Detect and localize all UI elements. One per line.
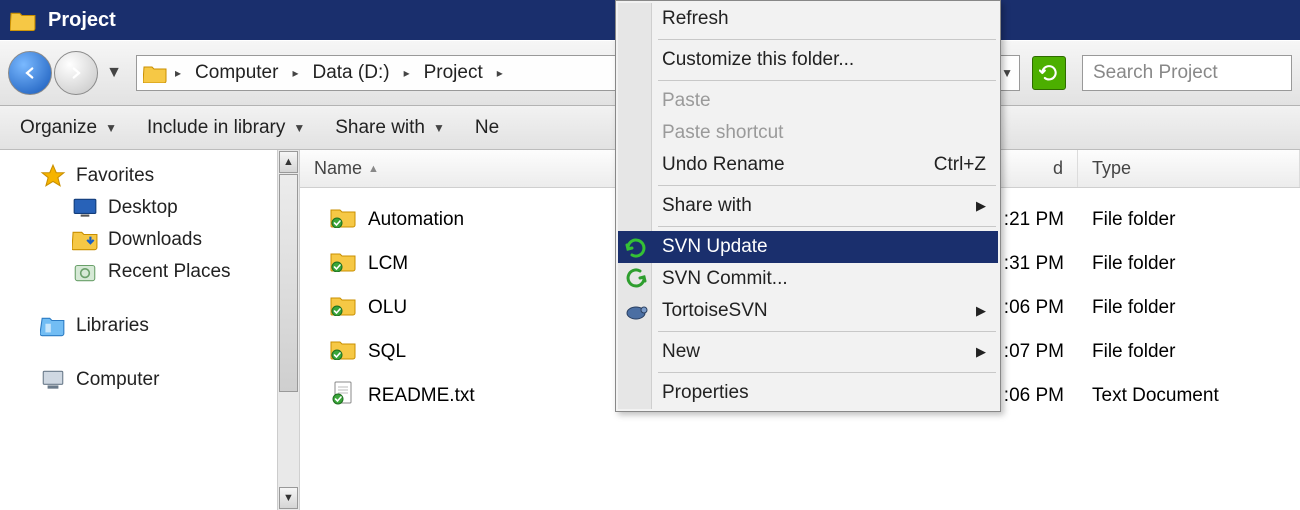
sort-asc-icon: ▲: [368, 163, 379, 175]
menu-item-undo-rename[interactable]: Undo Rename Ctrl+Z: [618, 149, 998, 181]
file-name: OLU: [368, 297, 407, 319]
chevron-right-icon[interactable]: ▸: [404, 66, 410, 80]
menu-item-customize-folder[interactable]: Customize this folder...: [618, 44, 998, 76]
folder-svn-icon: [330, 294, 356, 322]
sidebar-item-libraries[interactable]: Libraries: [0, 310, 299, 342]
search-input[interactable]: Search Project: [1082, 55, 1292, 91]
file-name: README.txt: [368, 385, 475, 407]
sidebar-item-recent-places[interactable]: Recent Places: [0, 256, 299, 288]
svn-commit-icon: [624, 267, 648, 291]
downloads-icon: [72, 229, 98, 251]
submenu-arrow-icon: ▶: [976, 344, 986, 360]
history-dropdown[interactable]: ▼: [104, 51, 124, 95]
folder-icon: [143, 63, 167, 83]
search-placeholder: Search Project: [1093, 62, 1218, 84]
star-icon: [40, 165, 66, 187]
back-button[interactable]: [8, 51, 52, 95]
breadcrumb-segment[interactable]: Computer: [189, 60, 284, 86]
tortoise-icon: [624, 299, 648, 323]
menu-item-svn-update[interactable]: SVN Update: [618, 231, 998, 263]
file-name: SQL: [368, 341, 406, 363]
chevron-down-icon[interactable]: ▼: [1001, 66, 1013, 80]
file-name: Automation: [368, 209, 464, 231]
libraries-icon: [40, 315, 66, 337]
folder-svn-icon: [330, 338, 356, 366]
menu-item-refresh[interactable]: Refresh: [618, 3, 998, 35]
shortcut-label: Ctrl+Z: [934, 154, 986, 176]
context-menu: Refresh Customize this folder... Paste P…: [615, 0, 1001, 412]
sidebar-item-downloads[interactable]: Downloads: [0, 224, 299, 256]
file-svn-icon: [330, 381, 356, 411]
breadcrumb-segment[interactable]: Project: [418, 60, 489, 86]
file-type: File folder: [1078, 209, 1300, 231]
forward-button[interactable]: [54, 51, 98, 95]
file-name: LCM: [368, 253, 408, 275]
desktop-icon: [72, 197, 98, 219]
submenu-arrow-icon: ▶: [976, 303, 986, 319]
folder-svn-icon: [330, 206, 356, 234]
recent-icon: [72, 261, 98, 283]
share-with-button[interactable]: Share with▼: [329, 114, 451, 142]
folder-svn-icon: [330, 250, 356, 278]
file-type: File folder: [1078, 297, 1300, 319]
refresh-button[interactable]: [1032, 56, 1066, 90]
menu-item-tortoisesvn[interactable]: TortoiseSVN ▶: [618, 295, 998, 327]
menu-item-new[interactable]: New ▶: [618, 336, 998, 368]
computer-icon: [40, 369, 66, 391]
chevron-right-icon[interactable]: ▸: [292, 66, 298, 80]
include-in-library-button[interactable]: Include in library▼: [141, 114, 311, 142]
folder-icon: [10, 9, 36, 31]
column-header-type[interactable]: Type: [1078, 150, 1300, 187]
file-type: File folder: [1078, 253, 1300, 275]
scroll-thumb[interactable]: [279, 174, 298, 392]
chevron-right-icon[interactable]: ▸: [497, 66, 503, 80]
sidebar-scrollbar[interactable]: ▲ ▼: [277, 150, 299, 510]
sidebar-item-favorites[interactable]: Favorites: [0, 160, 299, 192]
menu-item-paste-shortcut: Paste shortcut: [618, 117, 998, 149]
file-type: Text Document: [1078, 385, 1300, 407]
menu-item-share-with[interactable]: Share with ▶: [618, 190, 998, 222]
organize-button[interactable]: Organize▼: [14, 114, 123, 142]
new-folder-button[interactable]: Ne: [469, 114, 509, 142]
scroll-up-arrow[interactable]: ▲: [279, 151, 298, 173]
window-title: Project: [48, 9, 116, 32]
menu-item-svn-commit[interactable]: SVN Commit...: [618, 263, 998, 295]
sidebar-item-desktop[interactable]: Desktop: [0, 192, 299, 224]
svn-update-icon: [624, 235, 648, 259]
menu-item-paste: Paste: [618, 85, 998, 117]
breadcrumb-segment[interactable]: Data (D:): [306, 60, 395, 86]
chevron-right-icon[interactable]: ▸: [175, 66, 181, 80]
menu-item-properties[interactable]: Properties: [618, 377, 998, 409]
scroll-down-arrow[interactable]: ▼: [279, 487, 298, 509]
navigation-pane: Favorites Desktop Downloads Recent Place…: [0, 150, 300, 510]
submenu-arrow-icon: ▶: [976, 198, 986, 214]
sidebar-item-computer[interactable]: Computer: [0, 364, 299, 396]
file-type: File folder: [1078, 341, 1300, 363]
